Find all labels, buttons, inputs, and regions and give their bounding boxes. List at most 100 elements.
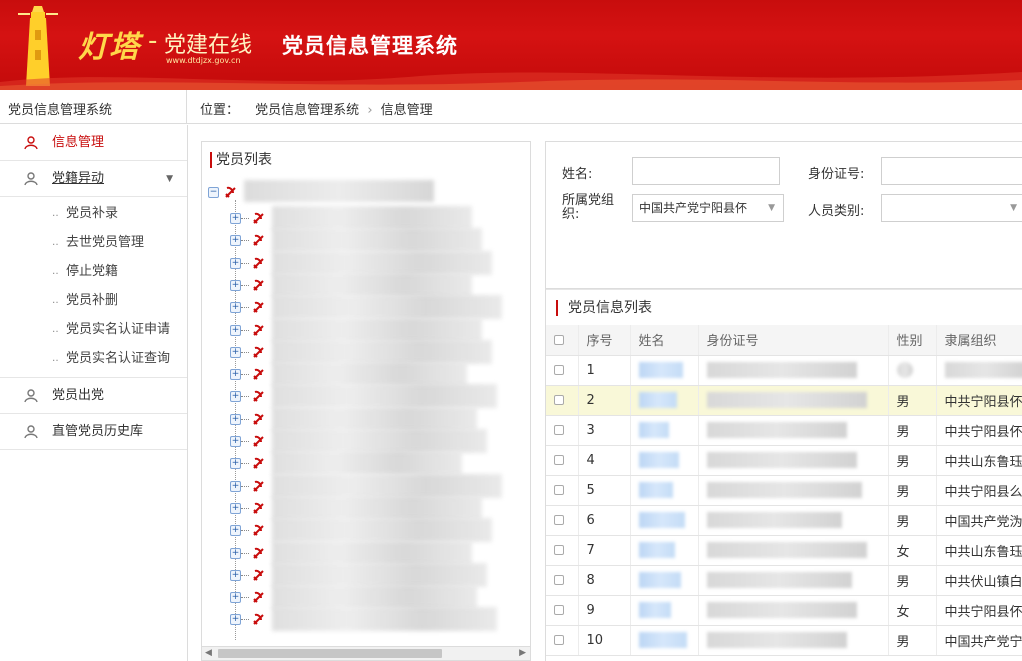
submenu-item-suspend[interactable]: ‥ 停止党籍 xyxy=(0,257,187,286)
tree-node[interactable]: + xyxy=(230,473,530,498)
category-select[interactable]: ▼ xyxy=(881,194,1022,222)
tree-node-label-blurred xyxy=(272,451,462,476)
tree-node[interactable]: + xyxy=(230,295,530,320)
expand-icon[interactable]: + xyxy=(230,614,241,626)
scrollbar-thumb[interactable] xyxy=(218,649,442,658)
checkbox-icon[interactable] xyxy=(554,425,564,435)
column-header[interactable]: 姓名 xyxy=(630,325,699,356)
expand-icon[interactable]: + xyxy=(230,592,241,604)
column-header[interactable]: 序号 xyxy=(578,325,631,356)
expand-icon[interactable]: + xyxy=(230,324,241,336)
breadcrumb-item-system[interactable]: 党员信息管理系统 xyxy=(255,103,359,118)
sidebar-item-exit-party[interactable]: 党员出党 xyxy=(0,378,187,414)
tree-node[interactable]: + xyxy=(230,585,530,610)
tree-node[interactable]: + xyxy=(230,250,530,275)
sidebar-item-history[interactable]: 直管党员历史库 xyxy=(0,414,187,450)
table-row[interactable]: 9 女中共宁阳县伓 xyxy=(546,595,1022,626)
cell-org: 中国共产党宁 xyxy=(936,625,1022,656)
row-checkbox[interactable] xyxy=(546,505,579,536)
tree-node[interactable]: + xyxy=(230,272,530,297)
tree-node[interactable]: + xyxy=(230,562,530,587)
expand-icon[interactable]: + xyxy=(230,235,241,247)
expand-icon[interactable]: + xyxy=(230,480,241,492)
tree-node[interactable]: + xyxy=(230,429,530,453)
org-select[interactable]: 中国共产党宁阳县伓 ▼ xyxy=(632,194,784,222)
column-header[interactable]: 隶属组织 xyxy=(936,325,1022,356)
row-checkbox[interactable] xyxy=(546,535,579,566)
table-row[interactable]: 3 男中共宁阳县伓 xyxy=(546,415,1022,446)
expand-icon[interactable]: + xyxy=(230,569,241,581)
expand-icon[interactable]: + xyxy=(230,458,241,470)
submenu-item-verify-query[interactable]: ‥ 党员实名认证查询 xyxy=(0,344,187,373)
table-row[interactable]: 8 男中共伏山镇白 xyxy=(546,565,1022,596)
checkbox-icon[interactable] xyxy=(554,365,564,375)
expand-icon[interactable]: + xyxy=(230,436,241,447)
select-all-checkbox[interactable] xyxy=(546,325,579,356)
tree-node[interactable]: + xyxy=(230,384,530,409)
scroll-left-icon[interactable]: ◀ xyxy=(205,648,212,658)
expand-icon[interactable]: + xyxy=(230,279,241,291)
column-header[interactable]: 身份证号 xyxy=(698,325,889,356)
cell-name-redacted xyxy=(630,505,699,536)
table-row[interactable]: 2 男中共宁阳县伓 xyxy=(546,385,1022,416)
row-checkbox[interactable] xyxy=(546,625,579,656)
expand-icon[interactable]: + xyxy=(230,346,241,358)
sidebar-item-info-management[interactable]: 信息管理 xyxy=(0,125,187,161)
tree-node[interactable]: + xyxy=(230,495,530,520)
row-checkbox[interactable] xyxy=(546,475,579,506)
tree-node[interactable]: + xyxy=(230,518,530,543)
tree-node-label-blurred xyxy=(272,206,472,230)
name-input[interactable] xyxy=(632,157,780,185)
expand-icon[interactable]: + xyxy=(230,213,241,224)
checkbox-icon[interactable] xyxy=(554,605,564,615)
submenu-item-delete[interactable]: ‥ 党员补删 xyxy=(0,286,187,315)
expand-icon[interactable]: + xyxy=(230,502,241,514)
table-row[interactable]: 4 男中共山东鲁珏会 xyxy=(546,445,1022,476)
checkbox-icon[interactable] xyxy=(554,515,564,525)
sidebar-item-membership-change[interactable]: 党籍异动 ▼ xyxy=(0,161,187,197)
tree-node[interactable]: + xyxy=(230,451,530,476)
table-row[interactable]: 1 xyxy=(546,355,1022,386)
expand-icon[interactable]: + xyxy=(230,257,241,269)
row-checkbox[interactable] xyxy=(546,385,579,416)
table-row[interactable]: 6 男中国共产党沩 xyxy=(546,505,1022,536)
id-number-input[interactable] xyxy=(881,157,1022,185)
tree-node[interactable]: + xyxy=(230,607,530,632)
table-row[interactable]: 5 男中共宁阳县么 xyxy=(546,475,1022,506)
checkbox-icon[interactable] xyxy=(554,575,564,585)
table-row[interactable]: 7 女中共山东鲁珏 xyxy=(546,535,1022,566)
submenu-item-verify-apply[interactable]: ‥ 党员实名认证申请 xyxy=(0,315,187,344)
expand-icon[interactable]: + xyxy=(230,302,241,314)
row-checkbox[interactable] xyxy=(546,355,579,386)
submenu-item-deceased[interactable]: ‥ 去世党员管理 xyxy=(0,228,187,257)
tree-node[interactable]: + xyxy=(230,339,530,364)
row-checkbox[interactable] xyxy=(546,445,579,476)
checkbox-icon[interactable] xyxy=(554,635,564,645)
row-checkbox[interactable] xyxy=(546,595,579,626)
table-row[interactable]: 10 男中国共产党宁 xyxy=(546,625,1022,656)
expand-icon[interactable]: + xyxy=(230,391,241,403)
collapse-icon[interactable]: − xyxy=(208,187,219,198)
checkbox-icon[interactable] xyxy=(554,455,564,465)
checkbox-icon[interactable] xyxy=(554,395,564,405)
checkbox-icon[interactable] xyxy=(554,334,564,345)
expand-icon[interactable]: + xyxy=(230,525,241,537)
expand-icon[interactable]: + xyxy=(230,413,241,425)
expand-icon[interactable]: + xyxy=(230,369,241,381)
tree-node[interactable]: + xyxy=(230,206,530,230)
breadcrumb-item-info[interactable]: 信息管理 xyxy=(381,103,433,118)
column-header[interactable]: 性别 xyxy=(888,325,937,356)
row-checkbox[interactable] xyxy=(546,565,579,596)
tree-node[interactable]: + xyxy=(230,540,530,565)
tree-node[interactable]: + xyxy=(230,362,530,387)
submenu-item-supplement[interactable]: ‥ 党员补录 xyxy=(0,199,187,228)
tree-node[interactable]: + xyxy=(230,317,530,342)
scroll-right-icon[interactable]: ▶ xyxy=(519,648,526,658)
expand-icon[interactable]: + xyxy=(230,547,241,559)
checkbox-icon[interactable] xyxy=(554,485,564,495)
row-checkbox[interactable] xyxy=(546,415,579,446)
tree-node[interactable]: + xyxy=(230,406,530,431)
checkbox-icon[interactable] xyxy=(554,545,564,555)
horizontal-scrollbar[interactable]: ◀ ▶ xyxy=(202,646,530,660)
tree-node[interactable]: + xyxy=(230,228,530,253)
